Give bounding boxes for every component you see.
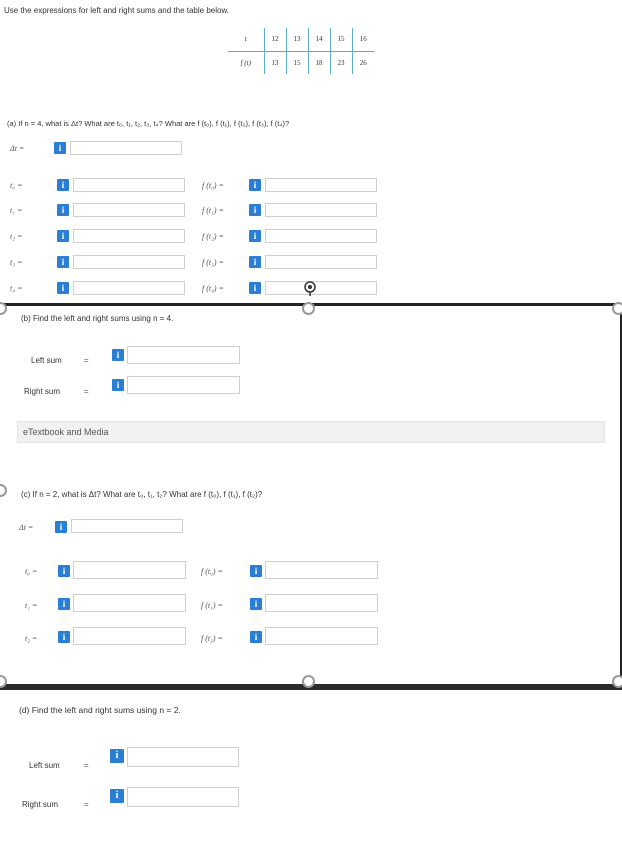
f-cell: 26 <box>351 51 374 74</box>
t0-label: t₀ = <box>10 181 23 190</box>
values-table: t 12 13 14 15 16 f (t) 13 15 18 23 26 <box>228 28 374 74</box>
f-row: f (t) 13 15 18 23 26 <box>228 51 374 74</box>
t-cell: 16 <box>351 28 374 52</box>
info-icon[interactable]: i <box>110 789 124 803</box>
info-icon[interactable]: i <box>110 749 124 763</box>
f-t2-label: f (t₂) = <box>201 634 223 643</box>
t-cell: 12 <box>263 28 286 52</box>
equals-sign: = <box>84 761 89 770</box>
t4-input[interactable] <box>73 281 185 295</box>
right-sum-input[interactable] <box>127 787 239 807</box>
f-t4-label: f (t₄) = <box>202 284 224 293</box>
t-cell: 14 <box>307 28 330 52</box>
f-t1-label: f (t₁) = <box>201 601 223 610</box>
f-cell: 23 <box>329 51 352 74</box>
info-icon[interactable]: i <box>112 379 124 391</box>
info-icon[interactable]: i <box>112 349 124 361</box>
resize-handle[interactable] <box>612 302 622 315</box>
resize-handle[interactable] <box>302 675 315 688</box>
t1-input[interactable] <box>73 594 186 612</box>
t-row: t 12 13 14 15 16 <box>228 28 374 52</box>
t1-label: t₁ = <box>10 206 23 215</box>
info-icon[interactable]: i <box>57 282 69 294</box>
t0-label: t₀ = <box>25 567 38 576</box>
info-icon[interactable]: i <box>249 282 261 294</box>
f-t2-label: f (t₂) = <box>202 232 224 241</box>
f-t0-label: f (t₀) = <box>202 181 224 190</box>
right-sum-label: Right sum <box>24 387 61 396</box>
info-icon[interactable]: i <box>250 631 262 643</box>
f-cell: 15 <box>285 51 308 74</box>
info-icon[interactable]: i <box>55 521 67 533</box>
dt-label: Δt = <box>19 523 34 532</box>
t2-label: t₂ = <box>25 634 38 643</box>
f-cell: 13 <box>263 51 286 74</box>
f-t2-input[interactable] <box>265 627 378 645</box>
info-icon[interactable]: i <box>249 256 261 268</box>
t1-label: t₁ = <box>25 601 38 610</box>
dt-input[interactable] <box>71 519 183 533</box>
t3-label: t₃ = <box>10 258 23 267</box>
equals-sign: = <box>84 800 89 809</box>
f-t3-label: f (t₃) = <box>202 258 224 267</box>
t1-input[interactable] <box>73 203 185 217</box>
f-t1-input[interactable] <box>265 594 378 612</box>
f-t0-label: f (t₀) = <box>201 567 223 576</box>
f-t0-input[interactable] <box>265 561 378 579</box>
resize-handle[interactable] <box>302 302 315 315</box>
equals-sign: = <box>84 356 89 365</box>
intro-text: Use the expressions for left and right s… <box>4 6 230 15</box>
info-icon[interactable]: i <box>249 204 261 216</box>
t4-label: t₄ = <box>10 284 23 293</box>
info-icon[interactable]: i <box>58 631 70 643</box>
part-b-question: (b) Find the left and right sums using n… <box>21 314 174 323</box>
t2-label: t₂ = <box>10 232 23 241</box>
info-icon[interactable]: i <box>58 598 70 610</box>
t-header: t <box>228 28 264 52</box>
info-icon[interactable]: i <box>54 142 66 154</box>
info-icon[interactable]: i <box>57 204 69 216</box>
f-header: f (t) <box>240 58 251 67</box>
t-cell: 13 <box>285 28 308 52</box>
etextbook-media-bar[interactable]: eTextbook and Media <box>17 421 605 443</box>
info-icon[interactable]: i <box>249 230 261 242</box>
info-icon[interactable]: i <box>57 179 69 191</box>
t3-input[interactable] <box>73 255 185 269</box>
dt-input[interactable] <box>70 141 182 155</box>
t0-input[interactable] <box>73 178 185 192</box>
info-icon[interactable]: i <box>250 598 262 610</box>
equals-sign: = <box>84 387 89 396</box>
dt-label: Δt = <box>10 144 25 153</box>
info-icon[interactable]: i <box>57 256 69 268</box>
right-sum-label: Right sum <box>22 800 59 809</box>
resize-handle[interactable] <box>0 484 7 497</box>
t2-input[interactable] <box>73 627 186 645</box>
f-t1-input[interactable] <box>265 203 377 217</box>
part-c-question: (c) If n = 2, what is Δt? What are t₀, t… <box>21 490 263 499</box>
f-t1-label: f (t₁) = <box>202 206 224 215</box>
f-t2-input[interactable] <box>265 229 377 243</box>
f-t4-input[interactable] <box>265 281 377 295</box>
left-sum-label: Left sum <box>31 356 62 365</box>
part-a-question: (a) If n = 4, what is Δt? What are t₀, t… <box>7 119 290 128</box>
resize-handle[interactable] <box>612 675 622 688</box>
f-t3-input[interactable] <box>265 255 377 269</box>
part-d-question: (d) Find the left and right sums using n… <box>19 705 181 715</box>
left-sum-input[interactable] <box>127 346 240 364</box>
left-sum-input[interactable] <box>127 747 239 767</box>
left-sum-label: Left sum <box>29 761 60 770</box>
info-icon[interactable]: i <box>250 565 262 577</box>
t0-input[interactable] <box>73 561 186 579</box>
info-icon[interactable]: i <box>58 565 70 577</box>
rotate-icon[interactable] <box>303 280 317 296</box>
f-t0-input[interactable] <box>265 178 377 192</box>
info-icon[interactable]: i <box>249 179 261 191</box>
t2-input[interactable] <box>73 229 185 243</box>
t-cell: 15 <box>329 28 352 52</box>
f-cell: 18 <box>307 51 330 74</box>
info-icon[interactable]: i <box>57 230 69 242</box>
right-sum-input[interactable] <box>127 376 240 394</box>
